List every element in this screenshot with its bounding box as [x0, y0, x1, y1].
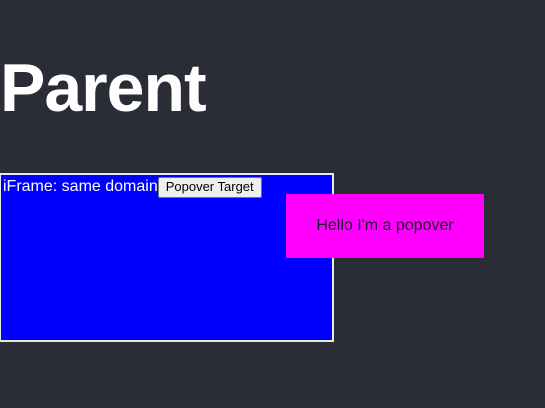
iframe-content: iFrame: same domain Popover Target	[3, 176, 262, 198]
same-domain-iframe[interactable]: iFrame: same domain Popover Target	[0, 173, 334, 342]
popover-text: Hello I'm a popover	[316, 217, 454, 234]
page-title: Parent	[0, 50, 207, 126]
iframe-label: iFrame: same domain	[3, 178, 158, 195]
popover: Hello I'm a popover	[286, 194, 484, 258]
popover-target-button[interactable]: Popover Target	[157, 176, 262, 198]
